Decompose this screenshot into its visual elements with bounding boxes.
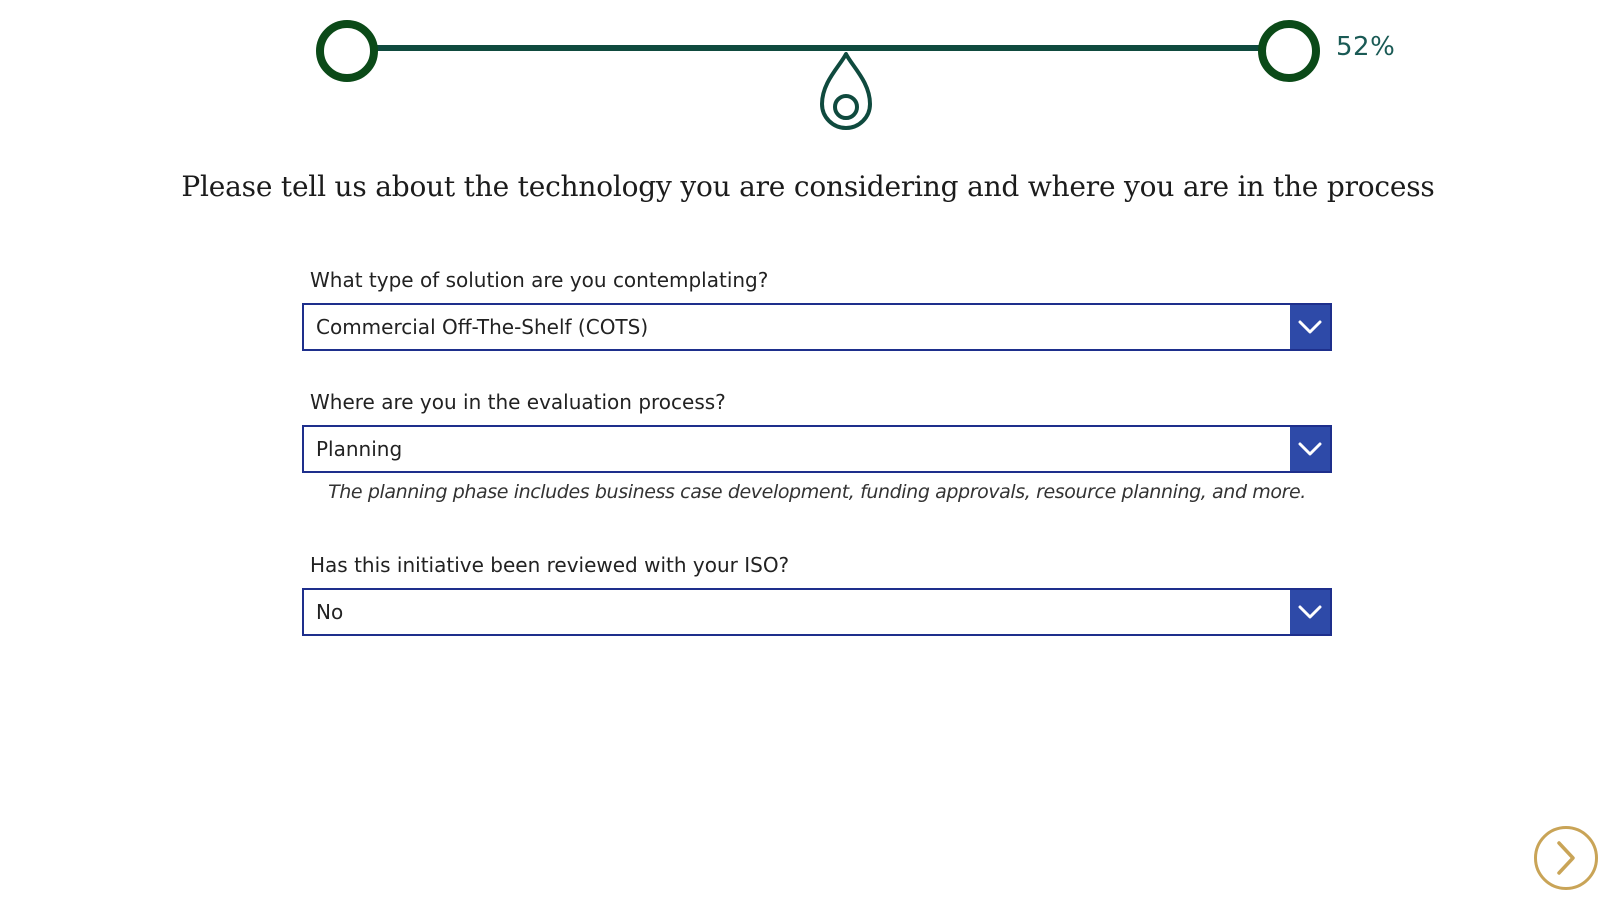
page-heading: Please tell us about the technology you … <box>181 170 1435 203</box>
solution-type-dropdown[interactable]: Commercial Off-The-Shelf (COTS) <box>302 303 1332 351</box>
iso-review-dropdown[interactable]: No <box>302 588 1332 636</box>
location-pin-icon <box>820 52 872 130</box>
chevron-down-icon[interactable] <box>1290 305 1330 349</box>
chevron-down-icon[interactable] <box>1290 427 1330 471</box>
progress-track-line <box>364 45 1260 51</box>
chevron-right-icon <box>1557 841 1575 875</box>
solution-type-value: Commercial Off-The-Shelf (COTS) <box>316 315 649 339</box>
solution-type-label: What type of solution are you contemplat… <box>310 268 769 292</box>
iso-review-value: No <box>316 600 344 624</box>
progress-start-node-icon <box>316 20 378 82</box>
evaluation-stage-value: Planning <box>316 437 403 461</box>
evaluation-stage-dropdown[interactable]: Planning <box>302 425 1332 473</box>
evaluation-stage-label: Where are you in the evaluation process? <box>310 390 726 414</box>
iso-review-label: Has this initiative been reviewed with y… <box>310 553 790 577</box>
progress-end-node-icon <box>1258 20 1320 82</box>
iso-review-field: Has this initiative been reviewed with y… <box>302 550 1332 636</box>
evaluation-stage-hint: The planning phase includes business cas… <box>328 481 1306 503</box>
solution-type-field: What type of solution are you contemplat… <box>302 265 1332 351</box>
chevron-down-icon[interactable] <box>1290 590 1330 634</box>
next-button[interactable] <box>1534 826 1598 890</box>
progress-tracker: 52% <box>0 0 1616 150</box>
progress-percent-label: 52% <box>1336 32 1396 62</box>
evaluation-stage-field: Where are you in the evaluation process?… <box>302 387 1332 473</box>
